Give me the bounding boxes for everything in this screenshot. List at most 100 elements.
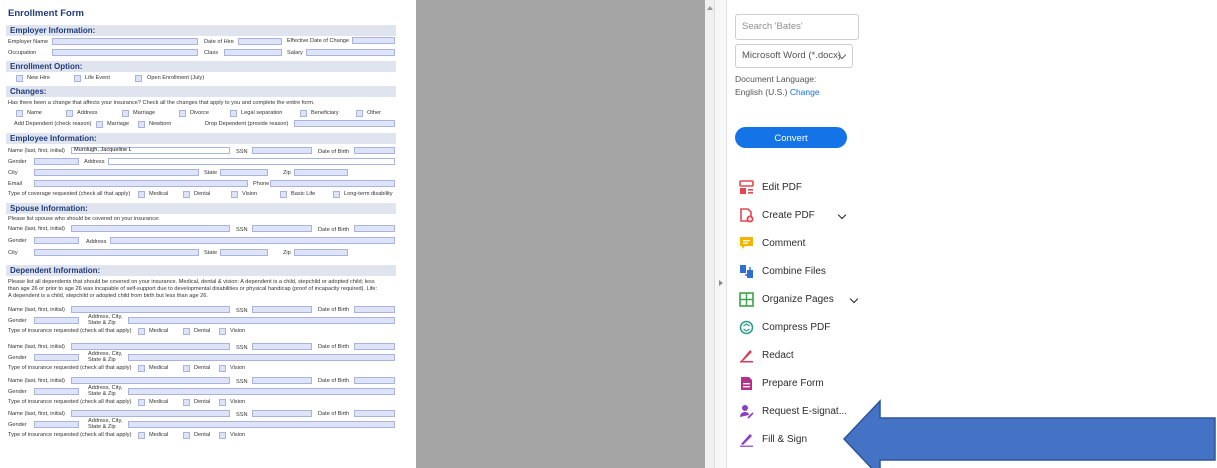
dependent-dob-field[interactable] — [354, 306, 395, 313]
coverage-dental-checkbox[interactable] — [183, 191, 190, 198]
dependent-dob-field[interactable] — [354, 343, 395, 350]
spouse-state-field[interactable] — [220, 249, 268, 256]
change-beneficiary-checkbox[interactable] — [300, 110, 307, 117]
dependent-medical-label: Medical — [149, 399, 169, 405]
dependent-medical-checkbox[interactable] — [138, 365, 145, 372]
tool-edit-pdf[interactable]: Edit PDF — [739, 178, 857, 198]
employee-dob-label: Date of Birth — [318, 149, 350, 155]
tool-comment[interactable]: Comment — [739, 234, 857, 254]
tool-compress-pdf[interactable]: Compress PDF — [739, 318, 857, 338]
dependent-ssn-field[interactable] — [252, 306, 312, 313]
search-input[interactable]: Search 'Bates' — [735, 14, 859, 40]
spouse-city-label: City — [8, 250, 18, 256]
change-divorce-checkbox[interactable] — [179, 110, 186, 117]
dependent-dob-field[interactable] — [354, 377, 395, 384]
dependent-ssn-label: SSN — [236, 308, 248, 314]
dependent-vision-checkbox[interactable] — [219, 328, 226, 335]
employee-dob-field[interactable] — [354, 147, 395, 154]
coverage-medical-checkbox[interactable] — [138, 191, 145, 198]
change-language-link[interactable]: Change — [790, 87, 820, 97]
spouse-zip-field[interactable] — [294, 249, 348, 256]
open-enrollment-checkbox[interactable] — [135, 75, 142, 82]
chevron-down-icon[interactable] — [849, 294, 859, 304]
coverage-basic-life-checkbox[interactable] — [280, 191, 287, 198]
dependent-vision-checkbox[interactable] — [219, 432, 226, 439]
employee-phone-field[interactable] — [270, 180, 395, 187]
dependent-vision-checkbox[interactable] — [219, 399, 226, 406]
spouse-dob-field[interactable] — [354, 225, 395, 232]
dependent-gender-field[interactable] — [34, 421, 79, 428]
change-name-checkbox[interactable] — [16, 110, 23, 117]
dependent-name-field[interactable] — [71, 377, 230, 384]
pane-collapse-handle[interactable] — [715, 0, 727, 468]
dependent-dental-checkbox[interactable] — [183, 328, 190, 335]
employee-ssn-field[interactable] — [252, 147, 312, 154]
spouse-gender-field[interactable] — [34, 237, 79, 244]
change-marriage-checkbox[interactable] — [122, 110, 129, 117]
add-dep-marriage-checkbox[interactable] — [96, 121, 103, 128]
convert-button[interactable]: Convert — [735, 127, 847, 148]
tool-create-pdf[interactable]: Create PDF — [739, 206, 857, 226]
effective-date-field[interactable] — [352, 37, 395, 44]
date-of-hire-field[interactable] — [238, 38, 282, 45]
dependent-address-field[interactable] — [128, 354, 395, 361]
dependent-dental-checkbox[interactable] — [183, 432, 190, 439]
dependent-gender-field[interactable] — [34, 388, 79, 395]
dependent-name-field[interactable] — [71, 306, 230, 313]
employer-name-field[interactable] — [52, 38, 198, 45]
employee-email-field[interactable] — [34, 180, 248, 187]
dependent-ssn-field[interactable] — [252, 343, 312, 350]
salary-field[interactable] — [306, 49, 395, 56]
occupation-field[interactable] — [52, 49, 198, 56]
spouse-ssn-field[interactable] — [252, 225, 312, 232]
dependent-dental-checkbox[interactable] — [183, 399, 190, 406]
fill-sign-icon — [740, 434, 753, 447]
drop-dependent-field[interactable] — [294, 120, 395, 127]
spouse-city-field[interactable] — [34, 249, 199, 256]
change-address-checkbox[interactable] — [66, 110, 73, 117]
dependent-address-field[interactable] — [128, 421, 395, 428]
dependent-dental-checkbox[interactable] — [183, 365, 190, 372]
dependent-ssn-field[interactable] — [252, 410, 312, 417]
employee-gender-field[interactable] — [34, 158, 79, 165]
coverage-vision-checkbox[interactable] — [231, 191, 238, 198]
coverage-ltd-checkbox[interactable] — [333, 191, 340, 198]
chevron-down-icon[interactable] — [837, 210, 847, 220]
vertical-scrollbar[interactable] — [705, 0, 715, 468]
dependent-gender-field[interactable] — [34, 317, 79, 324]
add-dep-newborn-checkbox[interactable] — [138, 121, 145, 128]
employee-city-field[interactable] — [34, 169, 199, 176]
tool-redact[interactable]: Redact — [739, 346, 857, 366]
dependent-address-field[interactable] — [128, 317, 395, 324]
dependent-medical-label: Medical — [149, 365, 169, 371]
change-legal-separation-checkbox[interactable] — [230, 110, 237, 117]
employee-zip-field[interactable] — [294, 169, 348, 176]
dependent-medical-checkbox[interactable] — [138, 399, 145, 406]
dependent-gender-field[interactable] — [34, 354, 79, 361]
dependent-address-field[interactable] — [128, 388, 395, 395]
employee-name-field[interactable]: Murolugh, Jacqueline L — [71, 147, 230, 154]
dependent-dob-field[interactable] — [354, 410, 395, 417]
tool-combine-files[interactable]: Combine Files — [739, 262, 857, 282]
employee-state-field[interactable] — [220, 169, 268, 176]
scroll-up-icon[interactable] — [707, 6, 713, 10]
class-field[interactable] — [224, 49, 282, 56]
dependent-name-field[interactable] — [71, 343, 230, 350]
spouse-address-field[interactable] — [110, 237, 395, 244]
tool-organize-pages[interactable]: Organize Pages — [739, 290, 859, 310]
dependent-ssn-field[interactable] — [252, 377, 312, 384]
dependent-dob-label: Date of Birth — [318, 378, 350, 384]
tool-prepare-form[interactable]: Prepare Form — [739, 374, 857, 394]
change-other-checkbox[interactable] — [356, 110, 363, 117]
collapse-arrow-icon[interactable] — [719, 280, 723, 286]
dependent-vision-label: Vision — [230, 328, 246, 334]
dependent-vision-checkbox[interactable] — [219, 365, 226, 372]
new-hire-checkbox[interactable] — [16, 75, 23, 82]
dependent-medical-checkbox[interactable] — [138, 328, 145, 335]
employee-address-field[interactable] — [108, 158, 395, 165]
format-select[interactable]: Microsoft Word (*.docx) — [735, 44, 853, 68]
dependent-name-field[interactable] — [71, 410, 230, 417]
dependent-medical-checkbox[interactable] — [138, 432, 145, 439]
spouse-name-field[interactable] — [71, 225, 230, 232]
life-event-checkbox[interactable] — [74, 75, 81, 82]
